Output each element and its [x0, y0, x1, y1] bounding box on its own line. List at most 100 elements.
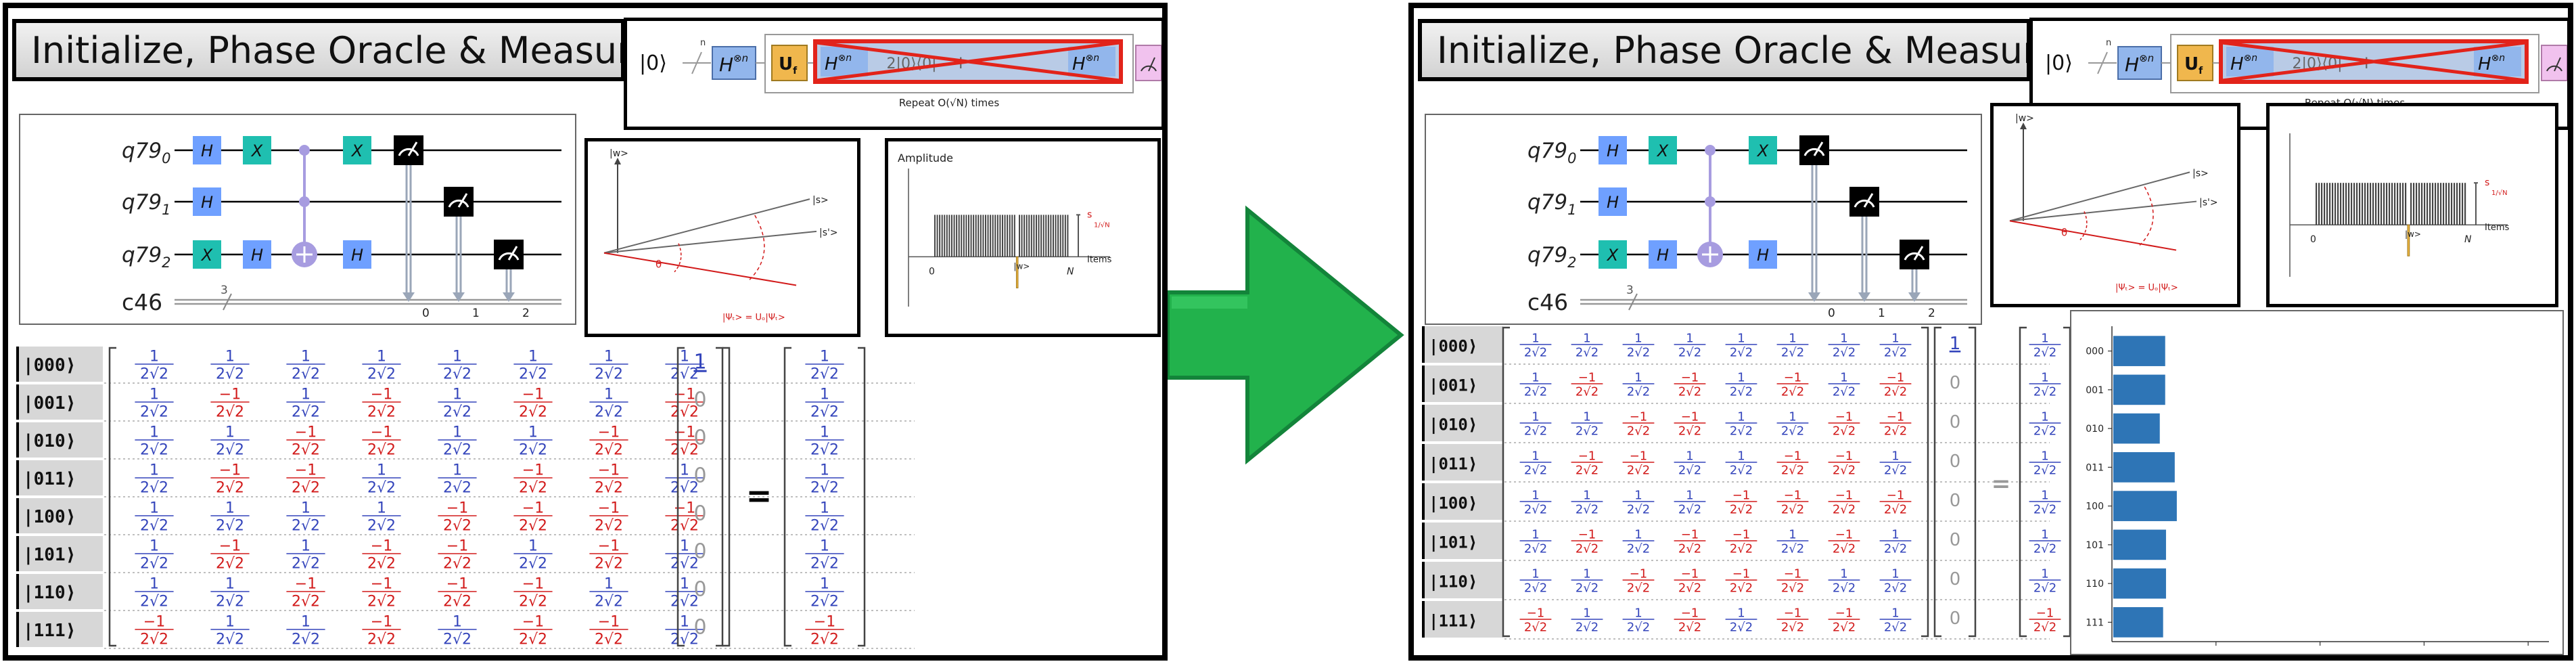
svg-text:2√2: 2√2	[2033, 424, 2056, 439]
matrix-entry: 12√2	[1725, 370, 1757, 399]
svg-text:1: 1	[2041, 488, 2048, 502]
matrix-entry: −12√2	[589, 424, 628, 459]
item-bar	[2329, 183, 2331, 225]
reflected-vector	[2009, 220, 2177, 251]
matrix-entry: −12√2	[589, 500, 628, 535]
item-bar	[2356, 183, 2358, 225]
measure-gate	[1799, 135, 1829, 165]
item-bar	[2405, 183, 2407, 225]
matrix-entry: −12√2	[1828, 449, 1860, 478]
matrix-entry: 12√2	[1725, 331, 1757, 360]
matrix-entry: 12√2	[438, 614, 477, 648]
svg-text:2√2: 2√2	[1576, 621, 1598, 635]
svg-text:−1: −1	[814, 614, 835, 631]
theta-label: θ	[656, 259, 662, 271]
matrix-entry: −12√2	[1776, 488, 1809, 517]
result-entry: 12√2	[805, 349, 844, 383]
matrix-entry: −12√2	[589, 538, 628, 573]
svg-text:2√2: 2√2	[292, 594, 320, 610]
svg-text:2√2: 2√2	[519, 366, 547, 383]
matrix-entry: 12√2	[1519, 527, 1552, 556]
svg-text:−1: −1	[598, 614, 620, 631]
svg-text:H: H	[1607, 193, 1619, 212]
ket-label: |110⟩	[1422, 562, 1503, 598]
matrix-entry: −12√2	[1776, 606, 1809, 635]
matrix-entry: −12√2	[513, 500, 553, 535]
ket-label: |000⟩	[1422, 326, 1503, 363]
item-bar	[1055, 215, 1057, 257]
svg-text:2√2: 2√2	[1627, 346, 1650, 360]
classical-label: c46	[122, 289, 162, 315]
classical-index: 2	[1928, 307, 1935, 320]
svg-text:2√2: 2√2	[2033, 621, 2056, 635]
matrix-entry: −12√2	[286, 424, 325, 459]
svg-text:2√2: 2√2	[1576, 542, 1598, 556]
svg-text:1: 1	[1583, 488, 1590, 502]
svg-text:2√2: 2√2	[292, 556, 320, 573]
item-bar	[1026, 215, 1028, 257]
item-bar	[982, 215, 984, 257]
item-bar	[2324, 183, 2326, 225]
marked-w-label: |w>	[1013, 261, 1030, 271]
ket-label: |000⟩	[16, 347, 103, 382]
svg-text:1: 1	[1634, 331, 1642, 345]
item-bar	[2443, 183, 2445, 225]
result-entry: 12√2	[805, 386, 844, 421]
svg-text:2√2: 2√2	[1730, 464, 1753, 478]
matrix-entry: 12√2	[1725, 409, 1757, 439]
svg-text:−1: −1	[446, 500, 468, 517]
result-entry: 12√2	[2029, 331, 2061, 360]
control-dot	[299, 196, 310, 207]
matrix-entry: 12√2	[438, 462, 477, 497]
qubit-label: q791	[122, 190, 171, 218]
svg-text:1: 1	[1583, 606, 1590, 620]
svg-text:1: 1	[820, 386, 829, 403]
svg-text:|011⟩: |011⟩	[1429, 454, 1477, 473]
svg-text:X: X	[200, 246, 213, 265]
svg-text:X: X	[1656, 141, 1669, 160]
ket-label: |111⟩	[16, 612, 103, 647]
item-bar	[2332, 183, 2334, 225]
svg-text:2√2: 2√2	[367, 480, 396, 497]
svg-text:1: 1	[820, 576, 829, 593]
svg-text:2√2: 2√2	[140, 480, 168, 497]
w-axis-label: |w>	[2015, 113, 2034, 124]
svg-text:1: 1	[680, 349, 689, 365]
item-bar	[987, 215, 989, 257]
right-panel: Initialize, Phase Oracle & Measure q790 q…	[1408, 3, 2573, 661]
item-bar	[1059, 215, 1061, 257]
item-bar	[996, 215, 998, 257]
matrix-entry: 12√2	[135, 500, 174, 535]
matrix-entry: 12√2	[135, 462, 174, 497]
matrix-entry: −12√2	[1828, 527, 1860, 556]
matrix-entry: 12√2	[210, 424, 250, 459]
svg-text:2√2: 2√2	[443, 594, 472, 610]
svg-text:2√2: 2√2	[1781, 346, 1804, 360]
svg-text:2√2: 2√2	[519, 480, 547, 497]
marked-w-label: |w>	[2405, 229, 2421, 239]
svg-text:2√2: 2√2	[1678, 385, 1701, 399]
svg-text:1: 1	[1840, 370, 1847, 384]
y-tick-label: 000	[2086, 347, 2104, 357]
matrix-entry: 12√2	[513, 424, 553, 459]
svg-text:2√2: 2√2	[1678, 581, 1701, 596]
svg-text:2√2: 2√2	[1627, 464, 1650, 478]
svg-text:2√2: 2√2	[810, 366, 839, 383]
items-label: Items	[1087, 254, 1112, 265]
svg-text:1: 1	[1686, 449, 1693, 463]
matrix-entry: −12√2	[438, 576, 477, 610]
item-bar	[2418, 183, 2420, 225]
svg-text:−1: −1	[1784, 488, 1802, 502]
svg-text:2√2: 2√2	[1884, 346, 1907, 360]
svg-text:1: 1	[528, 349, 538, 365]
h-gate: H	[243, 240, 271, 269]
item-bar	[2348, 183, 2350, 225]
item-bar	[2362, 183, 2364, 225]
svg-text:1: 1	[1789, 331, 1796, 345]
svg-text:1: 1	[150, 500, 159, 517]
matrix-entry: 12√2	[1571, 567, 1603, 596]
svg-text:2√2: 2√2	[1576, 424, 1598, 439]
svg-text:2√2: 2√2	[367, 631, 396, 648]
svg-text:2√2: 2√2	[1576, 385, 1598, 399]
svg-text:2√2: 2√2	[1678, 503, 1701, 517]
